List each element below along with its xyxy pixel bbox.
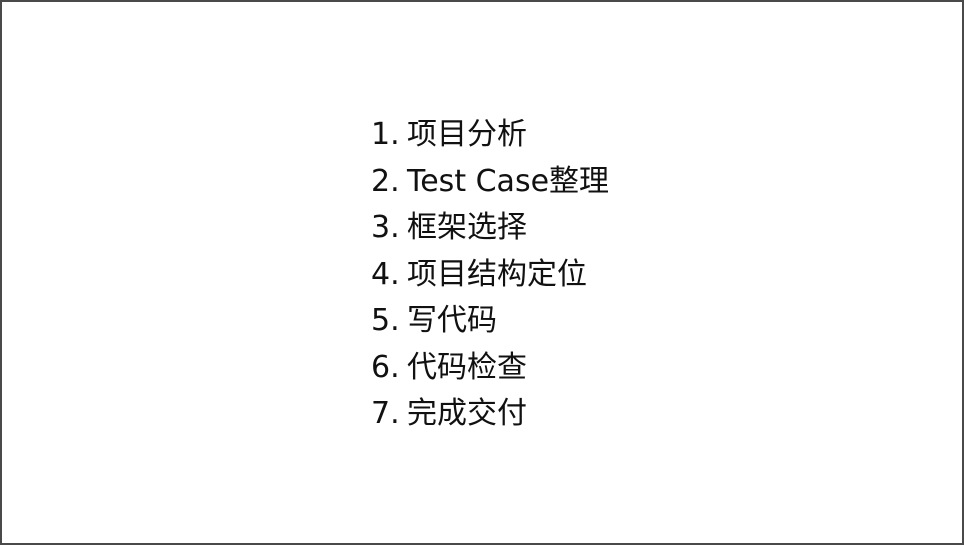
step-label: 代码检查: [407, 349, 527, 385]
list-item: 3. 框架选择: [371, 205, 609, 252]
step-label: 项目结构定位: [407, 256, 587, 292]
step-label: 框架选择: [407, 210, 527, 245]
step-label: Test Case整理: [407, 163, 610, 199]
list-item: 4. 项目结构定位: [371, 252, 609, 299]
list-item: 5. 写代码: [371, 298, 609, 345]
step-number: 7.: [371, 396, 400, 431]
steps-list: 1. 项目分析 2. Test Case整理 3. 框架选择 4. 项目结构定位 5. 写…: [371, 112, 609, 438]
step-label: 完成交付: [407, 396, 527, 431]
list-item: 2. Test Case整理: [371, 159, 609, 206]
list-item: 1. 项目分析: [371, 112, 609, 159]
step-number: 4.: [371, 256, 400, 292]
step-label: 项目分析: [407, 117, 527, 152]
list-item: 7. 完成交付: [371, 391, 609, 438]
step-number: 5.: [371, 303, 400, 338]
step-number: 6.: [371, 349, 400, 385]
step-number: 3.: [371, 210, 400, 245]
slide: 1. 项目分析 2. Test Case整理 3. 框架选择 4. 项目结构定位 5. 写…: [0, 0, 964, 545]
list-item: 6. 代码检查: [371, 345, 609, 392]
step-number: 1.: [371, 117, 400, 152]
step-number: 2.: [371, 163, 400, 199]
step-label: 写代码: [407, 303, 497, 338]
